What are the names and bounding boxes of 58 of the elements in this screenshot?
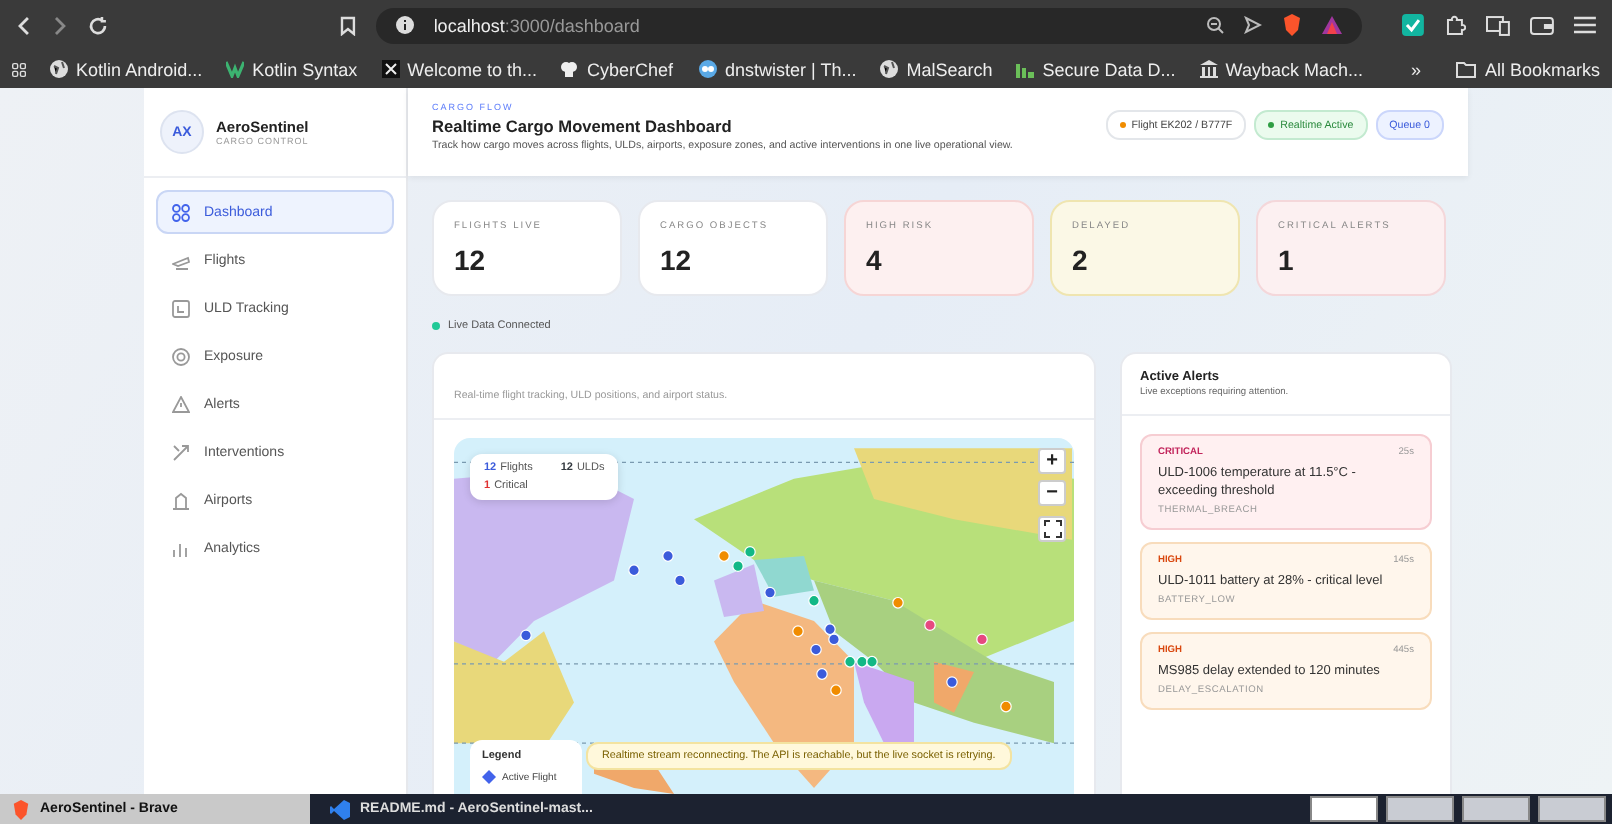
fullscreen-button[interactable] [1038, 516, 1066, 542]
building-icon [1199, 60, 1218, 78]
all-bookmarks-button[interactable]: All Bookmarks [1456, 59, 1600, 79]
bookmark-link[interactable]: Wayback Mach... [1199, 59, 1363, 79]
apps-icon[interactable] [12, 59, 27, 79]
nav-icon [172, 203, 190, 221]
stat-value: 4 [866, 244, 884, 276]
globe-icon [880, 60, 899, 78]
shield-icon[interactable] [1282, 14, 1303, 36]
globe-icon [50, 60, 69, 78]
reload-icon[interactable] [87, 15, 108, 35]
checkbox-icon[interactable] [1402, 14, 1425, 36]
folder-icon [1456, 61, 1477, 77]
bars-icon [1016, 60, 1035, 78]
square-icon [381, 60, 400, 78]
bookmark-link[interactable]: MalSearch [880, 59, 993, 79]
nav-icon [172, 395, 190, 413]
bookmark-link[interactable]: Kotlin Syntax [226, 59, 358, 79]
nav-icon [172, 347, 190, 365]
stat-value: 2 [1072, 244, 1090, 276]
diamond-icon [482, 770, 496, 784]
forward-icon[interactable] [51, 15, 68, 35]
code-editor-icon [330, 799, 350, 819]
back-icon[interactable] [16, 15, 32, 35]
zoom-in-button[interactable]: + [1038, 448, 1066, 474]
nav-icon [172, 539, 190, 557]
bookmark-link[interactable]: CyberChef [560, 59, 674, 79]
status-dot-icon [1119, 122, 1126, 128]
menu-icon[interactable] [1574, 16, 1596, 34]
nav-icon [172, 299, 190, 317]
ring-icon [697, 60, 718, 78]
stat-value: 1 [1278, 244, 1296, 276]
address-bar[interactable]: localhost:3000/dashboard [375, 7, 1363, 43]
nav-icon [172, 251, 190, 269]
wallet-icon[interactable] [1530, 15, 1555, 35]
stat-value: 12 [454, 244, 488, 276]
devices-icon[interactable] [1486, 15, 1511, 35]
zoom-out-icon[interactable] [1206, 16, 1225, 34]
stat-value: 12 [660, 244, 694, 276]
shield-icon [12, 799, 30, 819]
status-dot-icon [1268, 122, 1275, 128]
nav-icon [172, 491, 190, 509]
bookmark-icon[interactable] [339, 15, 356, 35]
send-icon[interactable] [1244, 16, 1263, 34]
info-icon[interactable] [395, 16, 414, 34]
status-dot-icon [432, 322, 440, 330]
zoom-out-button[interactable]: − [1038, 480, 1066, 506]
bookmark-link[interactable]: Secure Data D... [1016, 59, 1176, 79]
puzzle-icon[interactable] [1444, 14, 1467, 36]
page-title: Realtime Cargo Movement Dashboard [432, 116, 734, 136]
workspace-button[interactable] [1310, 796, 1378, 822]
bookmark-link[interactable]: dnstwister | Th... [697, 59, 857, 79]
triangle-icon[interactable] [1322, 16, 1343, 34]
nav-icon [172, 443, 190, 461]
bookmark-link[interactable]: Welcome to th... [381, 59, 537, 79]
chef-hat-icon [560, 60, 579, 78]
bookmark-link[interactable]: Kotlin Android... [50, 59, 203, 79]
more-bookmarks-button[interactable]: » [1410, 59, 1421, 79]
